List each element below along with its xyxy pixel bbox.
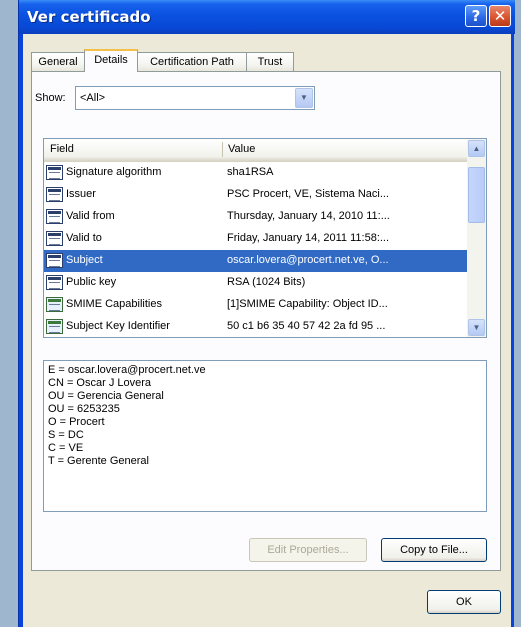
field-name: Valid from <box>66 210 115 222</box>
field-value: oscar.lovera@procert.net.ve, O... <box>227 254 389 266</box>
detail-line: O = Procert <box>48 416 105 428</box>
title-bar[interactable]: Ver certificado ? ✕ <box>19 0 515 34</box>
close-button[interactable]: ✕ <box>489 5 511 27</box>
certificate-extension-icon <box>46 319 63 334</box>
field-name: Public key <box>66 276 117 288</box>
document-icon <box>46 275 63 290</box>
field-name: Valid to <box>66 232 102 244</box>
document-icon <box>46 231 63 246</box>
certificate-window: Ver certificado ? ✕ General Details Cert… <box>18 0 515 627</box>
copy-to-file-button[interactable]: Copy to File... <box>381 538 487 562</box>
fields-list[interactable]: Field Value Signature algorithm sha1RSA … <box>43 138 487 338</box>
tab-details[interactable]: Details <box>84 49 138 72</box>
tab-certification-path[interactable]: Certification Path <box>137 52 247 71</box>
detail-line: C = VE <box>48 442 84 454</box>
show-label: Show: <box>35 92 66 104</box>
window-title: Ver certificado <box>27 8 151 26</box>
field-name: Subject <box>66 254 103 266</box>
list-item[interactable]: Public key RSA (1024 Bits) <box>44 272 468 294</box>
field-value: sha1RSA <box>227 166 274 178</box>
field-name: SMIME Capabilities <box>66 298 162 310</box>
field-value: Thursday, January 14, 2010 11:... <box>227 210 390 222</box>
dialog-body: General Details Certification Path Trust… <box>23 34 511 627</box>
scroll-down-icon[interactable]: ▼ <box>468 319 485 336</box>
help-icon: ? <box>471 7 481 25</box>
document-icon <box>46 187 63 202</box>
list-item[interactable]: Valid to Friday, January 14, 2011 11:58:… <box>44 228 468 250</box>
detail-line: T = Gerente General <box>48 455 149 467</box>
column-header-value[interactable]: Value <box>228 143 255 155</box>
detail-line: OU = 6253235 <box>48 403 120 415</box>
tab-general[interactable]: General <box>31 52 85 71</box>
list-rows: Signature algorithm sha1RSA Issuer PSC P… <box>44 162 468 337</box>
list-item[interactable]: Signature algorithm sha1RSA <box>44 162 468 184</box>
scroll-up-icon[interactable]: ▲ <box>468 140 485 157</box>
close-icon: ✕ <box>493 7 507 25</box>
document-icon <box>46 253 63 268</box>
field-name: Signature algorithm <box>66 166 162 178</box>
chevron-down-icon[interactable]: ▼ <box>295 88 313 108</box>
tab-trust[interactable]: Trust <box>246 52 294 71</box>
detail-line: OU = Gerencia General <box>48 390 164 402</box>
edit-properties-button[interactable]: Edit Properties... <box>249 538 367 562</box>
list-item[interactable]: Issuer PSC Procert, VE, Sistema Naci... <box>44 184 468 206</box>
list-scrollbar[interactable]: ▲ ▼ <box>467 139 486 337</box>
detail-line: S = DC <box>48 429 84 441</box>
field-name: Subject Key Identifier <box>66 320 170 332</box>
ok-button[interactable]: OK <box>427 590 501 614</box>
field-details-text[interactable]: E = oscar.lovera@procert.net.ve CN = Osc… <box>43 360 487 512</box>
show-dropdown[interactable]: <All> ▼ <box>75 86 315 110</box>
field-value: RSA (1024 Bits) <box>227 276 306 288</box>
scrollbar-thumb[interactable] <box>468 167 485 223</box>
column-divider[interactable] <box>222 142 223 157</box>
field-value: [1]SMIME Capability: Object ID... <box>227 298 388 310</box>
certificate-extension-icon <box>46 297 63 312</box>
list-item[interactable]: Valid from Thursday, January 14, 2010 11… <box>44 206 468 228</box>
show-dropdown-value: <All> <box>80 92 106 104</box>
document-icon <box>46 165 63 180</box>
detail-line: CN = Oscar J Lovera <box>48 377 152 389</box>
document-icon <box>46 209 63 224</box>
field-value: 50 c1 b6 35 40 57 42 2a fd 95 ... <box>227 320 386 332</box>
list-item[interactable]: Subject Key Identifier 50 c1 b6 35 40 57… <box>44 316 468 337</box>
help-button[interactable]: ? <box>465 5 487 27</box>
list-item[interactable]: SMIME Capabilities [1]SMIME Capability: … <box>44 294 468 316</box>
detail-line: E = oscar.lovera@procert.net.ve <box>48 364 206 376</box>
field-value: PSC Procert, VE, Sistema Naci... <box>227 188 389 200</box>
field-value: Friday, January 14, 2011 11:58:... <box>227 232 390 244</box>
column-header-field[interactable]: Field <box>50 143 74 155</box>
field-name: Issuer <box>66 188 96 200</box>
list-item-selected[interactable]: Subject oscar.lovera@procert.net.ve, O..… <box>44 250 468 272</box>
list-header: Field Value <box>44 139 468 162</box>
